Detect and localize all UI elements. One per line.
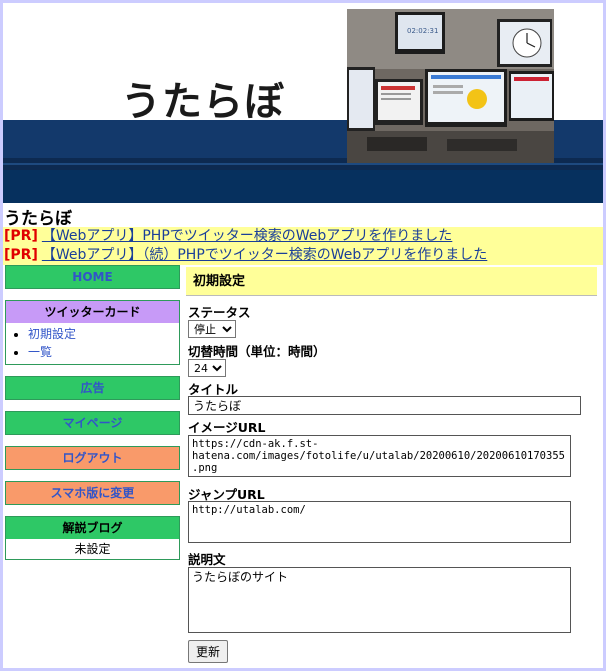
page-heading: 初期設定 (186, 267, 597, 296)
nav-twitter-card-box: ツイッターカード 初期設定 一覧 (5, 300, 180, 365)
pr-tag: [PR] (4, 228, 38, 244)
nav-mobile-button[interactable]: スマホ版に変更 (6, 482, 179, 504)
nav-mobile-box: スマホ版に変更 (5, 481, 180, 505)
page: うたらぼ 02:02:31 うたらぼ [PR] 【Webアプリ】PHPでツイッタ… (3, 3, 603, 668)
photo-clock-text: 02:02:31 (407, 27, 438, 35)
title-input[interactable] (188, 396, 581, 415)
nav-mypage-box: マイページ (5, 411, 180, 435)
nav-blog-value: 未設定 (74, 542, 111, 556)
site-title: うたらぼ (4, 209, 72, 229)
description-label: 説明文 (188, 552, 226, 567)
nav-ads-box: 広告 (5, 376, 180, 400)
banner-logo-text: うたらぼ (121, 79, 285, 125)
description-textarea[interactable]: うたらぼのサイト (188, 567, 571, 633)
header-banner[interactable]: うたらぼ 02:02:31 (3, 3, 603, 203)
monitors-photo-image: 02:02:31 (347, 9, 554, 163)
pr-row: [PR] 【Webアプリ】PHPでツイッター検索のWebアプリを作りました (3, 227, 603, 246)
nav-link-list[interactable]: 一覧 (28, 345, 52, 359)
nav-blog-title: 解説ブログ (6, 517, 179, 539)
image-url-textarea[interactable]: https://cdn-ak.f.st-hatena.com/images/fo… (188, 435, 571, 477)
twitter-card-menu: 初期設定 一覧 (6, 325, 179, 361)
nav-mypage-button[interactable]: マイページ (6, 412, 179, 434)
nav-blog-box: 解説ブログ 未設定 (5, 516, 180, 560)
pr-link[interactable]: 【Webアプリ】（続）PHPでツイッター検索のWebアプリを作りました (42, 247, 487, 263)
pr-tag: [PR] (4, 247, 38, 263)
jump-url-textarea[interactable]: http://utalab.com/ (188, 501, 571, 543)
banner-photo: 02:02:31 (347, 9, 554, 163)
nav-twitter-card-title: ツイッターカード (6, 301, 179, 323)
update-button[interactable]: 更新 (188, 640, 228, 663)
pr-row: [PR] 【Webアプリ】（続）PHPでツイッター検索のWebアプリを作りました (3, 246, 603, 265)
interval-label: 切替時間（単位：時間） (188, 344, 326, 359)
list-item: 一覧 (28, 343, 179, 361)
banner-band-line (3, 163, 603, 165)
banner-band-bottom (3, 170, 603, 203)
nav-link-initial-settings[interactable]: 初期設定 (28, 327, 76, 341)
nav-logout-button[interactable]: ログアウト (6, 447, 179, 469)
status-select[interactable]: 停止 (188, 320, 236, 338)
nav-ads-button[interactable]: 広告 (6, 377, 179, 399)
list-item: 初期設定 (28, 325, 179, 343)
pr-link[interactable]: 【Webアプリ】PHPでツイッター検索のWebアプリを作りました (42, 228, 452, 244)
status-label: ステータス (188, 305, 251, 320)
interval-select[interactable]: 24 (188, 359, 226, 377)
nav-home-button[interactable]: HOME (6, 266, 179, 288)
image-url-label: イメージURL (188, 420, 266, 435)
nav-logout-box: ログアウト (5, 446, 180, 470)
nav-home-box: HOME (5, 265, 180, 289)
